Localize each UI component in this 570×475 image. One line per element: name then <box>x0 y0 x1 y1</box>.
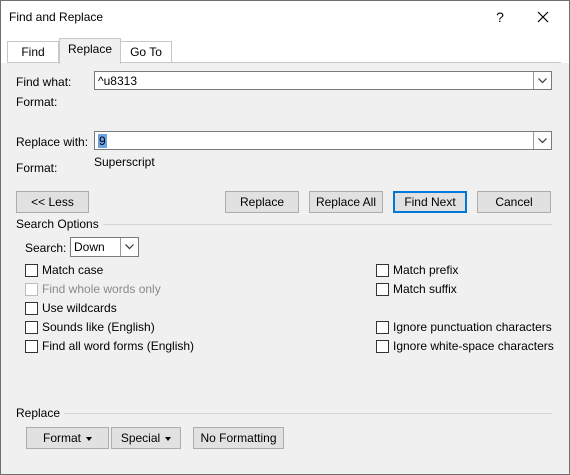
special-menu-button[interactable]: Special <box>111 427 181 449</box>
help-button[interactable]: ? <box>490 9 510 27</box>
chevron-down-icon <box>538 78 547 84</box>
find-replace-dialog: Find and Replace ? Find Replace Go To Fi… <box>0 0 570 475</box>
dropdown-arrow-icon <box>86 436 92 441</box>
dropdown-arrow-icon <box>165 436 172 441</box>
chevron-down-icon <box>538 138 547 144</box>
less-button[interactable]: << Less <box>16 191 89 213</box>
replace-with-input[interactable]: 9 <box>94 131 552 150</box>
chevron-down-icon <box>125 244 134 250</box>
close-icon <box>537 11 549 23</box>
cancel-button[interactable]: Cancel <box>477 191 551 213</box>
replace-section-divider <box>16 413 552 414</box>
search-direction-label: Search: <box>25 241 67 255</box>
find-what-value: ^u8313 <box>98 74 137 88</box>
replace-with-label: Replace with: <box>16 135 89 149</box>
find-format-label: Format: <box>16 95 58 109</box>
checkbox-box <box>376 283 389 296</box>
checkbox-box <box>376 321 389 334</box>
find-next-button[interactable]: Find Next <box>393 191 467 213</box>
special-menu-label: Special <box>120 431 161 445</box>
tab-bar: Find Replace Go To <box>1 35 569 64</box>
search-direction-select[interactable]: Down <box>70 237 139 257</box>
close-button[interactable] <box>527 5 559 29</box>
checkbox-box <box>25 302 38 315</box>
checkbox-box <box>25 283 38 296</box>
search-options-title: Search Options <box>16 217 103 231</box>
find-what-label: Find what: <box>16 75 72 89</box>
replace-all-button[interactable]: Replace All <box>309 191 383 213</box>
checkbox-box <box>25 264 38 277</box>
tab-replace[interactable]: Replace <box>59 38 121 64</box>
format-menu-label: Format <box>42 431 81 445</box>
checkbox-box <box>25 340 38 353</box>
replace-format-label: Format: <box>16 161 58 175</box>
replace-with-dropdown[interactable] <box>533 132 551 149</box>
checkbox-box <box>25 321 38 334</box>
replace-with-value: 9 <box>98 134 107 148</box>
replace-button[interactable]: Replace <box>225 191 299 213</box>
find-what-dropdown[interactable] <box>533 72 551 89</box>
search-direction-value: Down <box>74 240 105 254</box>
checkbox-box <box>376 340 389 353</box>
replace-format-value: Superscript <box>94 155 155 169</box>
tab-find[interactable]: Find <box>7 41 59 62</box>
format-menu-button[interactable]: Format <box>26 427 109 449</box>
window-title: Find and Replace <box>9 10 104 24</box>
replace-section-title: Replace <box>16 406 65 420</box>
checkbox-box <box>376 264 389 277</box>
find-what-input[interactable]: ^u8313 <box>94 71 552 90</box>
title-bar: Find and Replace ? <box>1 1 569 35</box>
tab-go-to[interactable]: Go To <box>120 41 172 62</box>
search-direction-dropdown[interactable] <box>120 238 138 256</box>
no-formatting-button[interactable]: No Formatting <box>193 427 284 449</box>
